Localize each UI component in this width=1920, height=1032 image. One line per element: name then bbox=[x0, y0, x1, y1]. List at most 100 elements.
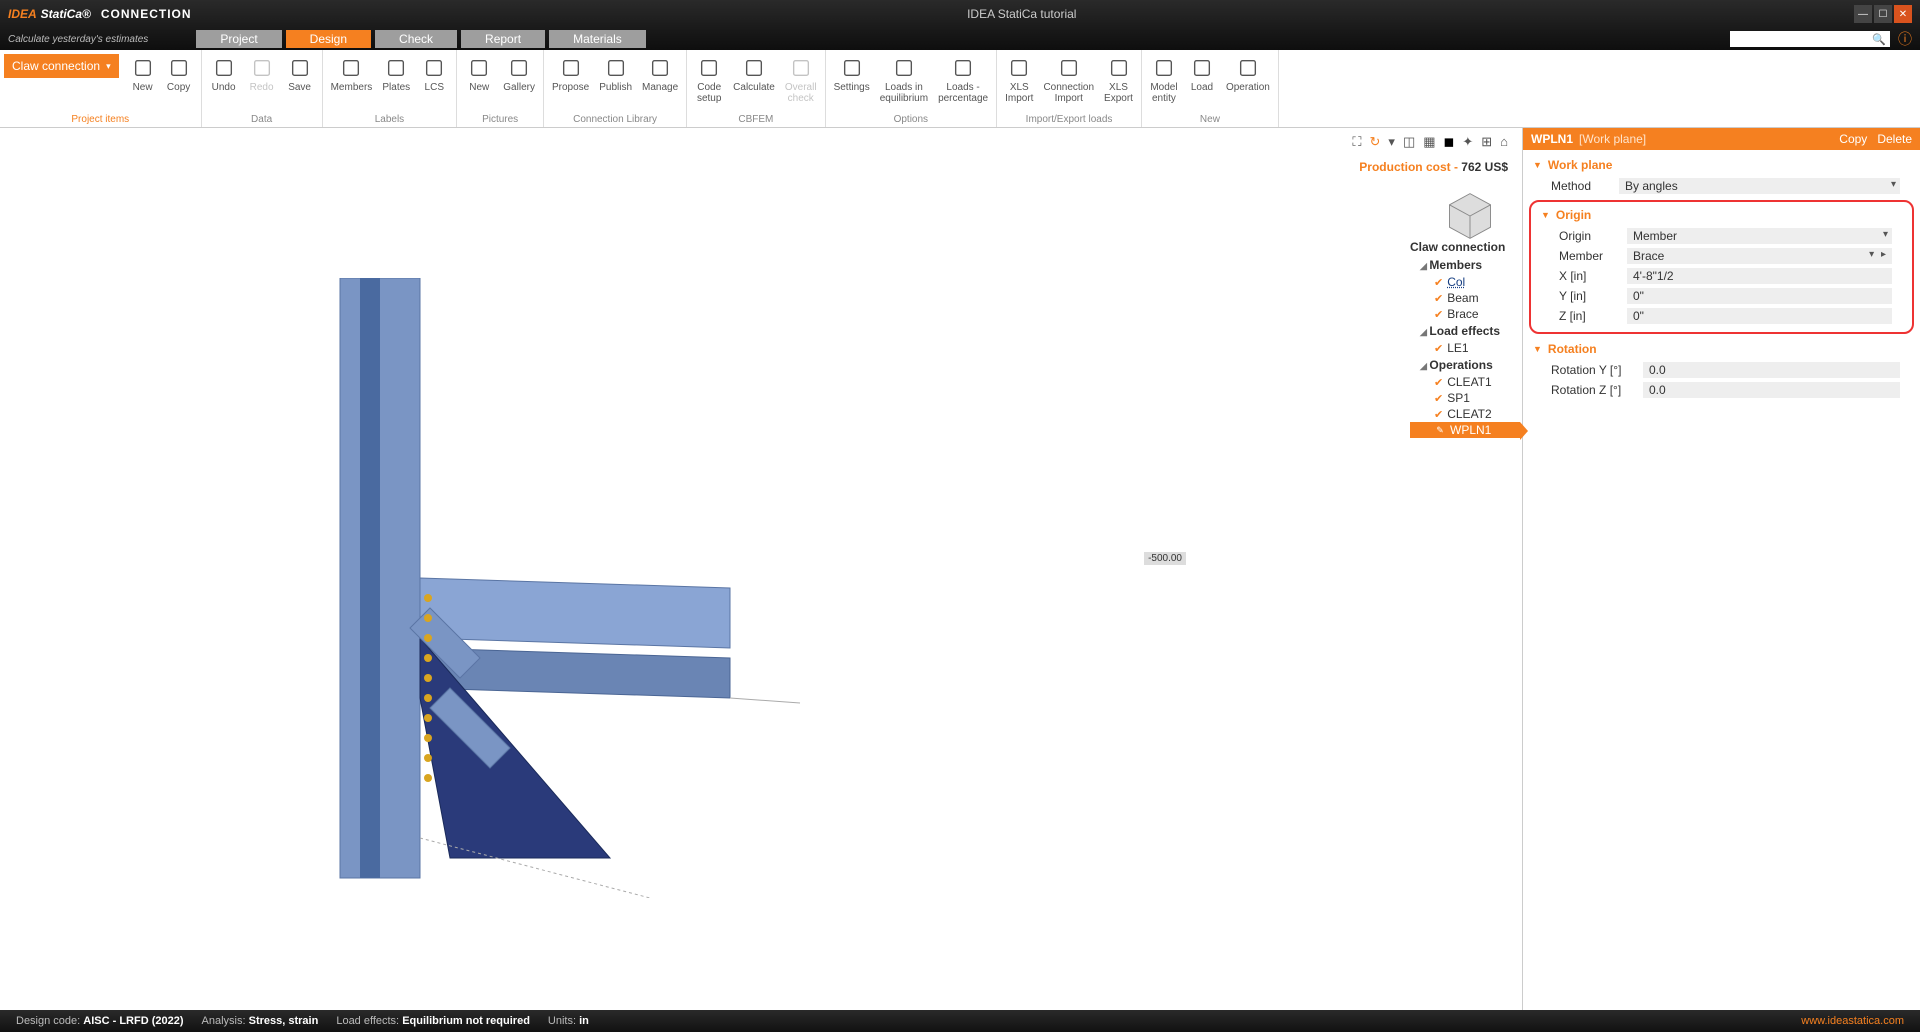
tree-item-le1[interactable]: ✔LE1 bbox=[1410, 340, 1510, 356]
ribbon-connection-import[interactable]: ConnectionImport bbox=[1039, 52, 1098, 106]
home-icon[interactable]: ⌂ bbox=[1500, 134, 1508, 150]
ribbon-icon bbox=[465, 54, 493, 82]
ribbon-copy[interactable]: Copy bbox=[161, 52, 197, 95]
tab-project[interactable]: Project bbox=[196, 30, 281, 48]
prop-yin[interactable]: 0" bbox=[1627, 288, 1892, 304]
section-rotation[interactable]: Rotation bbox=[1533, 338, 1910, 360]
website-link[interactable]: www.ideastatica.com bbox=[1801, 1015, 1904, 1027]
section-origin[interactable]: Origin bbox=[1541, 204, 1902, 226]
tagline: Calculate yesterday's estimates bbox=[8, 34, 148, 45]
ribbon-icon bbox=[602, 54, 630, 82]
tree-item-sp1[interactable]: ✔SP1 bbox=[1410, 390, 1510, 406]
ribbon-code-setup[interactable]: Codesetup bbox=[691, 52, 727, 106]
search-icon: 🔍 bbox=[1872, 33, 1886, 46]
grid-icon[interactable]: ⊞ bbox=[1481, 134, 1492, 150]
copy-button[interactable]: Copy bbox=[1839, 132, 1867, 146]
ribbon-propose[interactable]: Propose bbox=[548, 52, 593, 95]
tree-item-wpln1[interactable]: ✎WPLN1 bbox=[1410, 422, 1520, 438]
check-icon: ✔ bbox=[1434, 292, 1443, 305]
ribbon-overall-check: Overallcheck bbox=[781, 52, 821, 106]
close-button[interactable]: ✕ bbox=[1894, 5, 1912, 23]
properties-panel: WPLN1 [Work plane] Copy Delete Work plan… bbox=[1522, 128, 1920, 1010]
ribbon-settings[interactable]: Settings bbox=[830, 52, 874, 95]
section-workplane[interactable]: Work plane bbox=[1533, 154, 1910, 176]
ribbon-icon bbox=[337, 54, 365, 82]
ribbon-loads-in-equilibrium[interactable]: Loads inequilibrium bbox=[876, 52, 932, 106]
ribbon-icon bbox=[210, 54, 238, 82]
check-icon: ✔ bbox=[1434, 392, 1443, 405]
tab-materials[interactable]: Materials bbox=[549, 30, 646, 48]
prop-origin[interactable]: Member bbox=[1627, 228, 1892, 244]
ribbon-gallery[interactable]: Gallery bbox=[499, 52, 539, 95]
ribbon-icon bbox=[890, 54, 918, 82]
ribbon-icon bbox=[165, 54, 193, 82]
app-name: CONNECTION bbox=[101, 7, 192, 21]
prop-xin[interactable]: 4'-8"1/2 bbox=[1627, 268, 1892, 284]
axis-icon[interactable]: ✦ bbox=[1462, 134, 1473, 150]
prop-member[interactable]: Brace bbox=[1627, 248, 1892, 264]
ribbon-manage[interactable]: Manage bbox=[638, 52, 682, 95]
ribbon-plates[interactable]: Plates bbox=[378, 52, 414, 95]
refresh-icon[interactable]: ↻ bbox=[1370, 134, 1381, 150]
ribbon-icon bbox=[695, 54, 723, 82]
shade-icon[interactable]: ◼ bbox=[1444, 134, 1455, 150]
ribbon-new[interactable]: New bbox=[125, 52, 161, 95]
delete-button[interactable]: Delete bbox=[1877, 132, 1912, 146]
tab-check[interactable]: Check bbox=[375, 30, 457, 48]
ribbon-calculate[interactable]: Calculate bbox=[729, 52, 779, 95]
view-cube[interactable] bbox=[1442, 188, 1498, 244]
ribbon-model-entity[interactable]: Modelentity bbox=[1146, 52, 1182, 106]
titlebar: IDEA StatiCa® CONNECTION IDEA StatiCa tu… bbox=[0, 0, 1920, 28]
model-render bbox=[300, 278, 820, 898]
view-toolbar: ⛶ ↻ ▾ ◫ ▦ ◼ ✦ ⊞ ⌂ bbox=[1352, 134, 1508, 150]
prop-zin[interactable]: 0" bbox=[1627, 308, 1892, 324]
ribbon-save[interactable]: Save bbox=[282, 52, 318, 95]
ribbon-icon bbox=[557, 54, 585, 82]
check-icon: ✔ bbox=[1434, 376, 1443, 389]
ribbon-lcs[interactable]: LCS bbox=[416, 52, 452, 95]
prop-rotationz[interactable]: 0.0 bbox=[1643, 382, 1900, 398]
wire-icon[interactable]: ◫ bbox=[1403, 134, 1415, 150]
tool-icon[interactable]: ▾ bbox=[1388, 134, 1395, 150]
viewport-3d[interactable]: ⛶ ↻ ▾ ◫ ▦ ◼ ✦ ⊞ ⌂ Production cost - 762 … bbox=[0, 128, 1522, 1010]
tree-section[interactable]: Members bbox=[1410, 256, 1510, 274]
ribbon-icon bbox=[646, 54, 674, 82]
search-input[interactable]: 🔍 bbox=[1730, 31, 1890, 47]
tree-item-brace[interactable]: ✔Brace bbox=[1410, 306, 1510, 322]
tree-section[interactable]: Load effects bbox=[1410, 322, 1510, 340]
ribbon-xls-import[interactable]: XLSImport bbox=[1001, 52, 1037, 106]
tree-item-beam[interactable]: ✔Beam bbox=[1410, 290, 1510, 306]
tree-item-col[interactable]: ✔Col bbox=[1410, 274, 1510, 290]
tree-section[interactable]: Operations bbox=[1410, 356, 1510, 374]
origin-highlight: Origin OriginMemberMemberBraceX [in]4'-8… bbox=[1529, 200, 1914, 334]
ribbon-operation[interactable]: Operation bbox=[1222, 52, 1274, 95]
ribbon-publish[interactable]: Publish bbox=[595, 52, 636, 95]
solid-icon[interactable]: ▦ bbox=[1423, 134, 1435, 150]
ribbon-redo: Redo bbox=[244, 52, 280, 95]
fit-icon[interactable]: ⛶ bbox=[1352, 134, 1361, 150]
tab-design[interactable]: Design bbox=[286, 30, 371, 48]
check-icon: ✎ bbox=[1434, 424, 1446, 436]
maximize-button[interactable]: ☐ bbox=[1874, 5, 1892, 23]
ribbon-icon bbox=[949, 54, 977, 82]
prop-rotationy[interactable]: 0.0 bbox=[1643, 362, 1900, 378]
ribbon-load[interactable]: Load bbox=[1184, 52, 1220, 95]
ribbon-icon bbox=[382, 54, 410, 82]
tree-item-cleat1[interactable]: ✔CLEAT1 bbox=[1410, 374, 1510, 390]
method-select[interactable]: By angles bbox=[1619, 178, 1900, 194]
ribbon-members[interactable]: Members bbox=[327, 52, 377, 95]
ribbon: Claw connection NewCopy Project items Un… bbox=[0, 50, 1920, 128]
ribbon-new[interactable]: New bbox=[461, 52, 497, 95]
ribbon-icon bbox=[787, 54, 815, 82]
tab-report[interactable]: Report bbox=[461, 30, 545, 48]
ribbon-undo[interactable]: Undo bbox=[206, 52, 242, 95]
ribbon-xls-export[interactable]: XLSExport bbox=[1100, 52, 1137, 106]
info-icon[interactable]: ⓘ bbox=[1898, 29, 1912, 49]
tree-item-cleat2[interactable]: ✔CLEAT2 bbox=[1410, 406, 1510, 422]
logo-idea: IDEA bbox=[8, 7, 37, 21]
project-select[interactable]: Claw connection bbox=[4, 54, 119, 78]
ribbon-loads---percentage[interactable]: Loads -percentage bbox=[934, 52, 992, 106]
check-icon: ✔ bbox=[1434, 276, 1443, 289]
minimize-button[interactable]: — bbox=[1854, 5, 1872, 23]
logo-statica: StatiCa® bbox=[41, 7, 91, 21]
